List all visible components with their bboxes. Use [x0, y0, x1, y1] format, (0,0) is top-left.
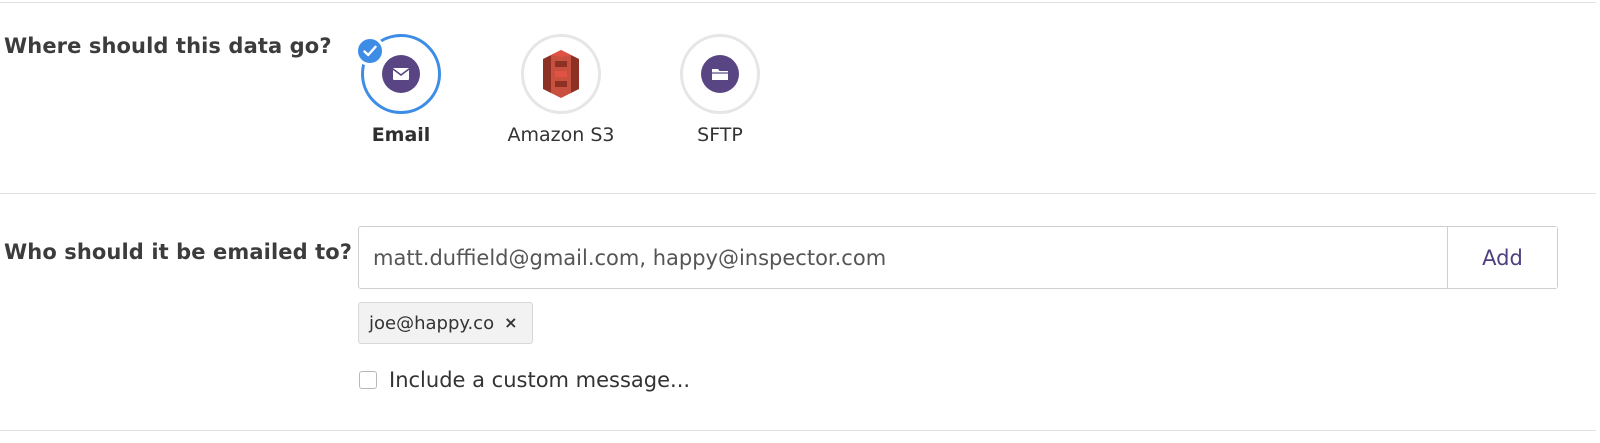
destination-sftp-label: SFTP: [697, 124, 743, 146]
recipient-tag: joe@happy.co ×: [358, 302, 533, 344]
bottom-divider: [0, 430, 1596, 431]
envelope-icon: [382, 55, 420, 93]
middle-divider: [0, 193, 1596, 194]
recipient-email-input[interactable]: [359, 227, 1447, 288]
remove-tag-icon[interactable]: ×: [504, 315, 517, 331]
destination-s3-label: Amazon S3: [507, 124, 615, 146]
recipient-input-group: Add: [358, 226, 1558, 289]
amazon-s3-icon: [543, 50, 579, 98]
selected-check-icon: [355, 36, 385, 66]
top-divider: [0, 2, 1596, 3]
destination-sftp-ring: [680, 34, 760, 114]
destination-option-sftp[interactable]: SFTP: [640, 34, 800, 154]
destination-email-label: Email: [371, 124, 431, 146]
export-destination-form: Where should this data go? Email Amazon …: [0, 0, 1600, 443]
custom-message-option[interactable]: Include a custom message...: [359, 368, 690, 392]
recipients-question-label: Who should it be emailed to?: [4, 240, 353, 264]
destination-s3-ring: [521, 34, 601, 114]
custom-message-label: Include a custom message...: [389, 368, 691, 392]
custom-message-checkbox[interactable]: [359, 371, 377, 389]
folder-icon: [701, 55, 739, 93]
destination-question-label: Where should this data go?: [4, 34, 332, 58]
destination-option-amazon-s3[interactable]: Amazon S3: [481, 34, 641, 154]
recipient-tag-label: joe@happy.co: [369, 312, 495, 334]
add-recipient-button[interactable]: Add: [1447, 227, 1557, 288]
destination-option-email[interactable]: Email: [321, 34, 481, 154]
